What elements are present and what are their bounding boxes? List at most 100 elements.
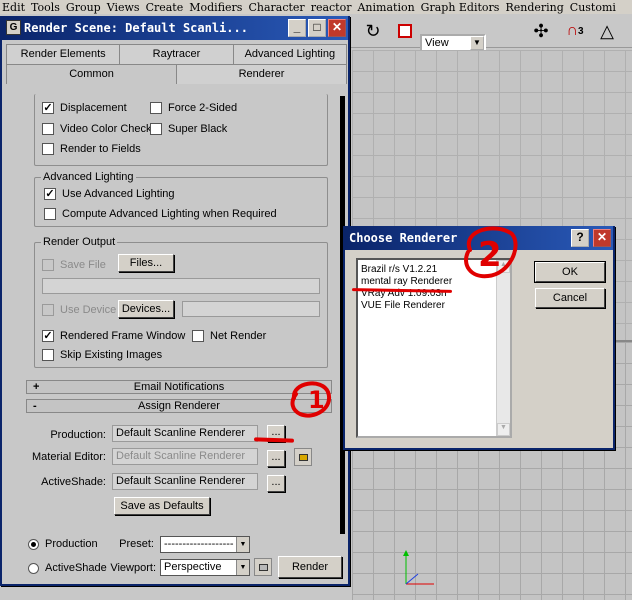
- viewport-lock-icon[interactable]: [254, 558, 272, 576]
- viewport-value: Perspective: [164, 561, 222, 573]
- super-black-option[interactable]: Super Black: [150, 123, 227, 135]
- net-render-option[interactable]: Net Render: [192, 330, 266, 342]
- displacement-checkbox[interactable]: ✓: [42, 102, 54, 114]
- material-editor-browse-button[interactable]: ...: [267, 450, 285, 467]
- tab-render-elements[interactable]: Render Elements: [6, 44, 121, 64]
- activeshade-mode-label: ActiveShade: [45, 562, 107, 574]
- ok-button[interactable]: OK: [534, 261, 606, 283]
- annotation-circle-1: 1: [290, 381, 332, 418]
- menu-rendering[interactable]: Rendering: [503, 1, 567, 14]
- tab-renderer[interactable]: Renderer: [176, 64, 347, 84]
- render-scene-titlebar[interactable]: G Render Scene: Default Scanli... _ □ ✕: [2, 16, 348, 40]
- production-mode-option[interactable]: Production: [28, 538, 98, 550]
- net-render-checkbox[interactable]: [192, 330, 204, 342]
- cancel-button[interactable]: Cancel: [535, 288, 605, 308]
- scroll-down-icon[interactable]: ▼: [497, 423, 510, 436]
- preset-select[interactable]: ------------------- ▼: [160, 536, 250, 553]
- device-field[interactable]: [182, 301, 320, 317]
- skip-existing-option[interactable]: Skip Existing Images: [42, 349, 162, 361]
- use-advanced-lighting-checkbox[interactable]: ✓: [44, 188, 56, 200]
- compute-advanced-lighting-option[interactable]: Compute Advanced Lighting when Required: [44, 208, 277, 220]
- menu-tools[interactable]: Tools: [29, 1, 64, 14]
- video-color-check-option[interactable]: Video Color Check: [42, 123, 152, 135]
- menu-character[interactable]: Character: [246, 1, 308, 14]
- menu-views[interactable]: Views: [105, 1, 144, 14]
- menu-group[interactable]: Group: [64, 1, 105, 14]
- menu-reactor[interactable]: reactor: [309, 1, 356, 14]
- activeshade-label: ActiveShade:: [41, 476, 106, 488]
- production-mode-label: Production: [45, 538, 98, 550]
- devices-button[interactable]: Devices...: [118, 300, 174, 318]
- renderer-list[interactable]: Brazil r/s V1.2.21 mental ray Renderer V…: [356, 258, 512, 438]
- force-two-sided-checkbox[interactable]: [150, 102, 162, 114]
- use-device-label: Use Device: [60, 304, 117, 316]
- render-scene-dialog: G Render Scene: Default Scanli... _ □ ✕ …: [0, 16, 350, 586]
- menu-animation[interactable]: Animation: [355, 1, 418, 14]
- video-color-check-label: Video Color Check: [60, 123, 152, 135]
- renderer-list-scrollbar[interactable]: ▲ ▼: [496, 260, 510, 436]
- axis-tripod-icon: [403, 550, 434, 585]
- production-renderer-field: Default Scanline Renderer: [112, 425, 258, 442]
- tab-raytracer[interactable]: Raytracer: [119, 44, 234, 64]
- use-advanced-lighting-option[interactable]: ✓ Use Advanced Lighting: [44, 188, 175, 200]
- render-button[interactable]: Render: [278, 556, 342, 578]
- expand-plus-icon: +: [33, 381, 40, 393]
- render-tabs: Render Elements Raytracer Advanced Light…: [6, 44, 347, 84]
- skip-existing-checkbox[interactable]: [42, 349, 54, 361]
- activeshade-mode-option[interactable]: ActiveShade: [28, 562, 107, 574]
- use-device-checkbox[interactable]: [42, 304, 54, 316]
- close-button[interactable]: ✕: [328, 19, 346, 37]
- rendered-frame-window-checkbox[interactable]: ✓: [42, 330, 54, 342]
- undo-icon[interactable]: ↻: [362, 20, 384, 42]
- output-path-field[interactable]: [42, 278, 320, 294]
- lock-icon[interactable]: [294, 448, 312, 466]
- renderer-item-vue[interactable]: VUE File Renderer: [358, 300, 510, 312]
- video-color-check-checkbox[interactable]: [42, 123, 54, 135]
- production-radio[interactable]: [28, 538, 39, 550]
- menu-modifiers[interactable]: Modifiers: [187, 1, 246, 14]
- select-region-icon[interactable]: [394, 20, 416, 42]
- activeshade-browse-button[interactable]: ...: [267, 475, 285, 492]
- super-black-label: Super Black: [168, 123, 228, 135]
- minimize-button[interactable]: _: [288, 19, 306, 37]
- snap-magnet-icon[interactable]: ∩ 3: [564, 20, 586, 42]
- angle-snap-icon[interactable]: △: [596, 20, 618, 42]
- skip-existing-label: Skip Existing Images: [60, 349, 163, 361]
- activeshade-radio[interactable]: [28, 562, 39, 574]
- annotation-number-2: 2: [478, 235, 502, 275]
- save-as-defaults-button[interactable]: Save as Defaults: [114, 497, 210, 515]
- help-button[interactable]: ?: [571, 229, 589, 247]
- super-black-checkbox[interactable]: [150, 123, 162, 135]
- annotation-number-1: 1: [308, 386, 325, 414]
- choose-renderer-close-button[interactable]: ✕: [593, 229, 611, 247]
- use-device-option[interactable]: Use Device: [42, 304, 116, 316]
- collapse-minus-icon: -: [33, 400, 37, 412]
- menubar: Edit Tools Group Views Create Modifiers …: [0, 0, 632, 14]
- rendered-frame-window-option[interactable]: ✓ Rendered Frame Window: [42, 330, 185, 342]
- advanced-lighting-legend: Advanced Lighting: [41, 171, 136, 183]
- app-icon: G: [6, 20, 21, 35]
- save-file-option[interactable]: Save File: [42, 259, 106, 271]
- pivot-icon[interactable]: ✣: [530, 20, 552, 42]
- menu-edit[interactable]: Edit: [0, 1, 29, 14]
- save-file-label: Save File: [60, 259, 106, 271]
- menu-customize[interactable]: Customi: [568, 1, 620, 14]
- render-to-fields-option[interactable]: Render to Fields: [42, 143, 141, 155]
- displacement-option[interactable]: ✓ Displacement: [42, 102, 127, 114]
- viewport-select[interactable]: Perspective ▼: [160, 559, 250, 576]
- force-two-sided-option[interactable]: Force 2-Sided: [150, 102, 237, 114]
- menu-create[interactable]: Create: [144, 1, 188, 14]
- force-two-sided-label: Force 2-Sided: [168, 102, 238, 114]
- choose-renderer-title: Choose Renderer: [349, 231, 458, 245]
- menu-graph-editors[interactable]: Graph Editors: [419, 1, 504, 14]
- render-to-fields-checkbox[interactable]: [42, 143, 54, 155]
- files-button[interactable]: Files...: [118, 254, 174, 272]
- render-output-legend: Render Output: [41, 236, 118, 248]
- tab-advanced-lighting[interactable]: Advanced Lighting: [232, 44, 347, 64]
- save-file-checkbox[interactable]: [42, 259, 54, 271]
- tab-common[interactable]: Common: [6, 64, 177, 84]
- preset-label: Preset:: [119, 538, 154, 550]
- compute-advanced-lighting-checkbox[interactable]: [44, 208, 56, 220]
- displacement-label: Displacement: [60, 102, 127, 114]
- maximize-button[interactable]: □: [308, 19, 326, 37]
